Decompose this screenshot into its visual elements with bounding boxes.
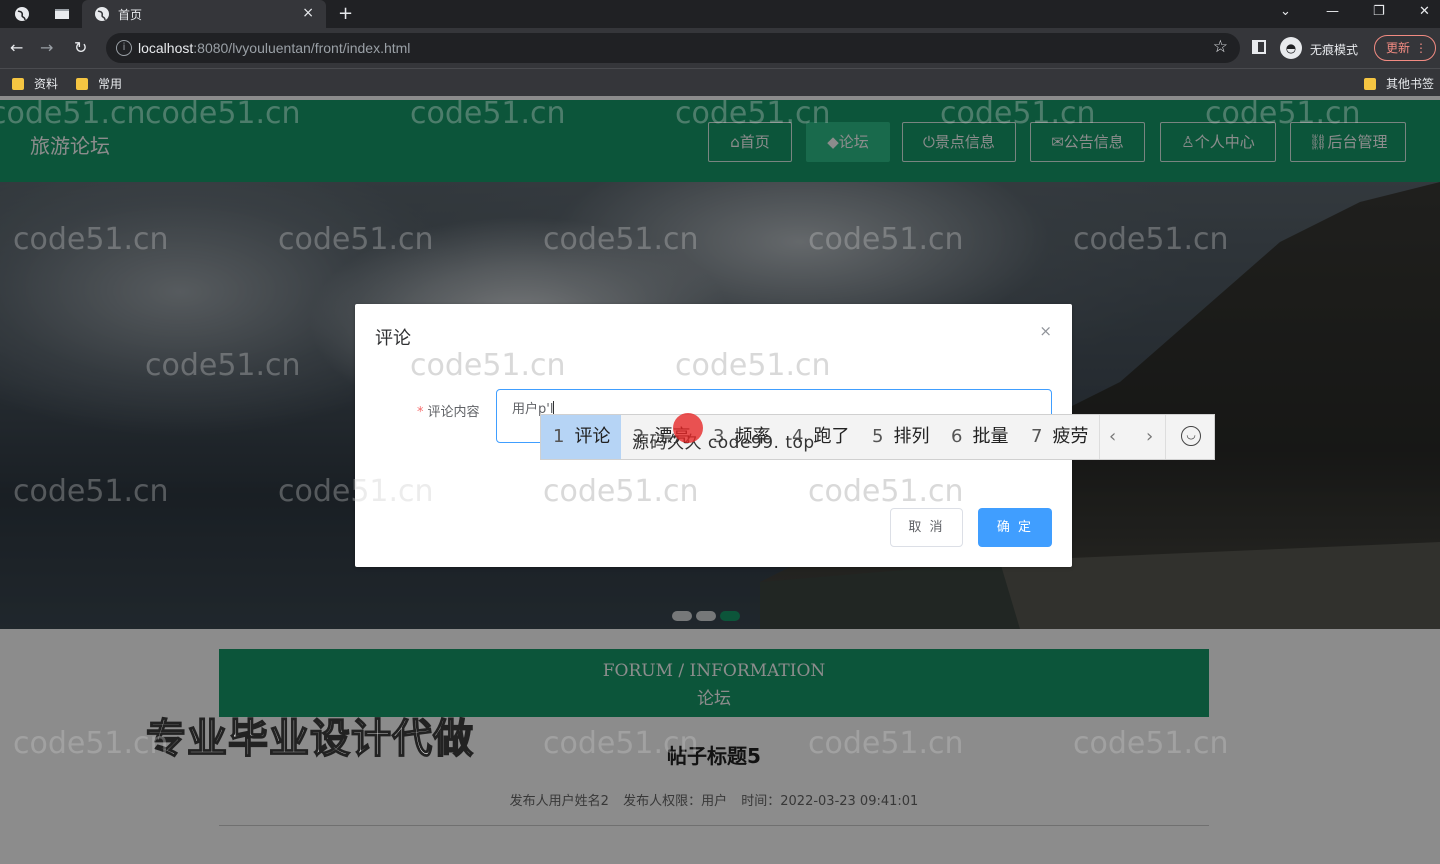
cancel-button[interactable]: 取 消 bbox=[890, 508, 963, 547]
incognito-label[interactable]: 无痕模式 bbox=[1310, 41, 1358, 58]
bookmark-folder-changyong[interactable]: 常用 bbox=[76, 75, 122, 92]
overlay-watermark-text: 源码久久 code99. top bbox=[632, 433, 815, 453]
menu-dots-icon[interactable]: ⋮ bbox=[1415, 36, 1427, 60]
bookmarks-bar: 资料 常用 其他书签 bbox=[0, 68, 1440, 96]
folder-icon bbox=[1364, 78, 1376, 90]
tab-search-icon[interactable] bbox=[54, 6, 70, 22]
folder-icon bbox=[76, 78, 88, 90]
chevron-right-icon[interactable]: › bbox=[1146, 415, 1153, 459]
bookmark-folder-ziliao[interactable]: 资料 bbox=[12, 75, 58, 92]
url-text[interactable]: localhost:8080/lvyouluentan/front/index.… bbox=[138, 40, 410, 56]
bookmark-folder-other[interactable]: 其他书签 bbox=[1364, 75, 1434, 92]
browser-tab-bar: 首页 × + ⌄ — ❐ ✕ bbox=[0, 0, 1440, 28]
update-button[interactable]: 更新 ⋮ bbox=[1374, 35, 1436, 61]
info-icon[interactable]: i bbox=[116, 40, 132, 56]
incognito-icon[interactable]: ◓ bbox=[1280, 37, 1302, 59]
ime-candidate[interactable]: 1 评论 bbox=[541, 415, 621, 459]
tab-list-icon[interactable]: ⌄ bbox=[1280, 4, 1291, 19]
minimize-icon[interactable]: — bbox=[1326, 4, 1339, 19]
emoji-icon[interactable]: ◡ bbox=[1181, 426, 1201, 446]
dialog-title: 评论 bbox=[375, 328, 411, 349]
comment-field-label: * 评论内容 bbox=[417, 405, 480, 420]
ime-candidate[interactable]: 7 疲劳 bbox=[1031, 415, 1088, 459]
ime-candidate[interactable]: 5 排列 bbox=[872, 415, 929, 459]
confirm-button[interactable]: 确 定 bbox=[978, 508, 1052, 547]
globe-icon[interactable] bbox=[14, 6, 30, 22]
back-icon[interactable]: ← bbox=[10, 38, 23, 58]
tab-title: 首页 bbox=[118, 8, 143, 22]
ad-watermark-text: 专业毕业设计代做 bbox=[145, 715, 474, 763]
forward-icon[interactable]: → bbox=[40, 38, 53, 58]
globe-icon bbox=[95, 7, 109, 21]
mouse-cursor-indicator bbox=[673, 413, 703, 443]
folder-icon bbox=[12, 78, 24, 90]
side-panel-icon[interactable] bbox=[1252, 40, 1266, 54]
close-window-icon[interactable]: ✕ bbox=[1419, 4, 1430, 19]
ime-separator bbox=[1165, 415, 1166, 459]
ime-candidate[interactable]: 6 批量 bbox=[951, 415, 1008, 459]
tab-home[interactable]: 首页 × bbox=[82, 0, 326, 28]
ime-separator bbox=[1099, 415, 1100, 459]
new-tab-button[interactable]: + bbox=[338, 3, 353, 24]
restore-icon[interactable]: ❐ bbox=[1373, 4, 1385, 19]
reload-icon[interactable]: ↻ bbox=[74, 38, 87, 58]
chevron-left-icon[interactable]: ‹ bbox=[1109, 415, 1116, 459]
address-bar[interactable]: i localhost:8080/lvyouluentan/front/inde… bbox=[106, 33, 1240, 63]
close-icon[interactable]: × bbox=[1039, 322, 1052, 340]
browser-toolbar: ← → ↻ i localhost:8080/lvyouluentan/fron… bbox=[0, 28, 1440, 68]
bookmark-star-icon[interactable]: ☆ bbox=[1213, 37, 1228, 57]
text-caret bbox=[553, 401, 555, 415]
tab-close-icon[interactable]: × bbox=[302, 5, 314, 21]
